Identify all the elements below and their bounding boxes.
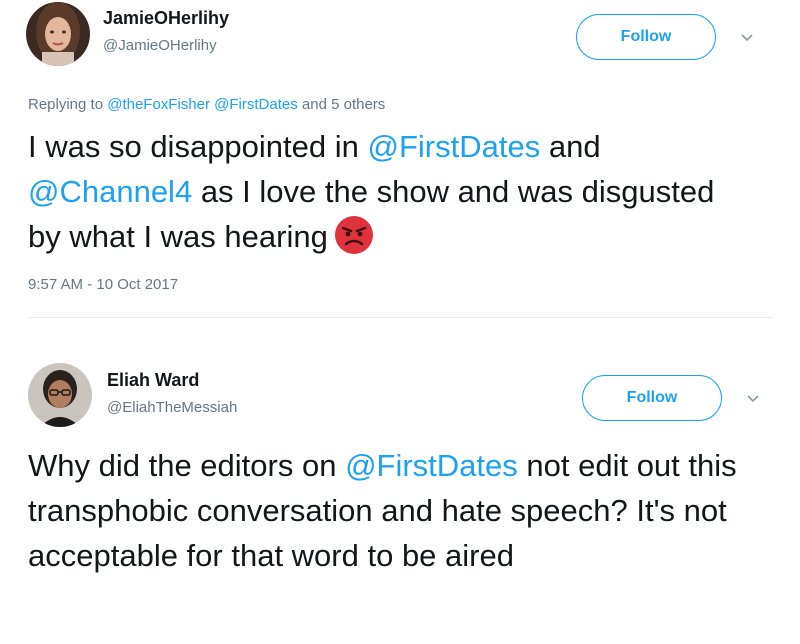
- display-name[interactable]: JamieOHerlihy: [103, 8, 229, 29]
- mention-link[interactable]: @theFoxFisher: [107, 96, 210, 113]
- mention-link[interactable]: @FirstDates: [214, 96, 298, 113]
- follow-button[interactable]: Follow: [582, 375, 722, 421]
- user-handle[interactable]: @EliahTheMessiah: [107, 399, 237, 416]
- tweet-text: I was so disappointed in @FirstDates and…: [28, 129, 715, 254]
- tweet-jamie: JamieOHerlihy @JamieOHerlihy Follow Repl…: [0, 0, 800, 318]
- tweet-eliah: Eliah Ward @EliahTheMessiah Follow Why d…: [0, 318, 800, 644]
- avatar[interactable]: [26, 2, 90, 66]
- mention-link[interactable]: @Channel4: [28, 174, 192, 209]
- angry-face-icon: [334, 216, 373, 254]
- chevron-down-icon[interactable]: [746, 391, 760, 405]
- tweet-text: Why did the editors on @FirstDates not e…: [28, 448, 737, 573]
- replying-to: Replying to @theFoxFisher @FirstDates an…: [28, 96, 386, 113]
- mention-link[interactable]: @FirstDates: [345, 448, 518, 483]
- user-handle[interactable]: @JamieOHerlihy: [103, 37, 217, 54]
- chevron-down-icon[interactable]: [740, 30, 754, 44]
- timestamp[interactable]: 9:57 AM - 10 Oct 2017: [28, 276, 178, 293]
- mention-link[interactable]: @FirstDates: [368, 129, 541, 164]
- display-name[interactable]: Eliah Ward: [107, 370, 199, 391]
- follow-button[interactable]: Follow: [576, 14, 716, 60]
- avatar[interactable]: [28, 363, 92, 427]
